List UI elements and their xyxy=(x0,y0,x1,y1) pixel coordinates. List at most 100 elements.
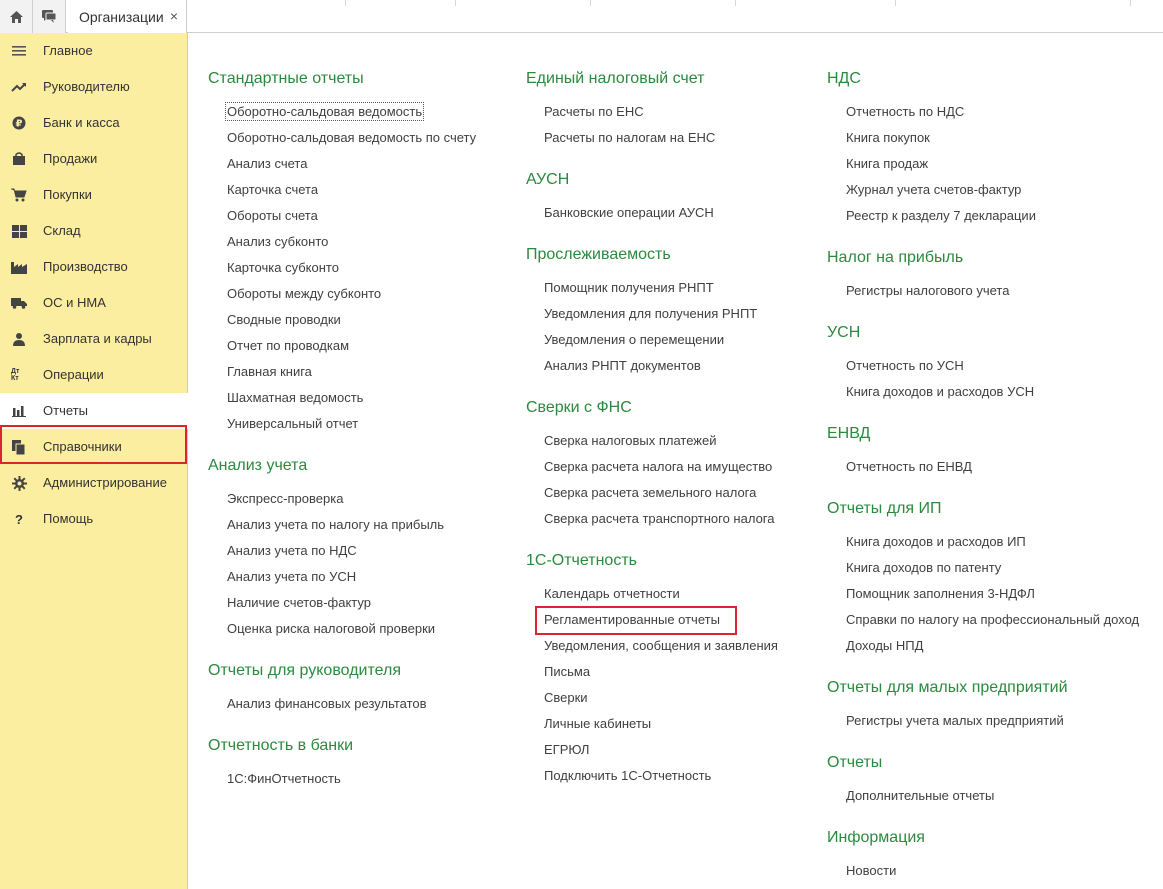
report-link[interactable]: ЕГРЮЛ xyxy=(544,742,589,757)
report-link[interactable]: Анализ учета по налогу на прибыль xyxy=(227,517,444,532)
report-link[interactable]: Оборотно-сальдовая ведомость по счету xyxy=(227,130,476,145)
sidebar: Главное Руководителю ₽ Банк и касса Прод… xyxy=(0,33,188,889)
section-title: Анализ учета xyxy=(208,457,308,474)
report-link[interactable]: Журнал учета счетов-фактур xyxy=(846,182,1021,197)
report-link[interactable]: Анализ учета по УСН xyxy=(227,569,356,584)
divider xyxy=(590,0,591,6)
section-title: Информация xyxy=(827,829,925,846)
section-title: Отчеты для малых предприятий xyxy=(827,679,1068,696)
report-link[interactable]: Помощник получения РНПТ xyxy=(544,280,714,295)
section-title: Отчеты xyxy=(827,754,883,771)
report-link[interactable]: Новости xyxy=(846,863,896,878)
sidebar-item-production[interactable]: Производство xyxy=(0,249,188,285)
report-link[interactable]: Уведомления, сообщения и заявления xyxy=(544,638,778,653)
question-icon-text: ? xyxy=(15,511,23,527)
home-button[interactable] xyxy=(0,0,33,33)
divider xyxy=(895,0,896,6)
report-link[interactable]: Регистры налогового учета xyxy=(846,283,1009,298)
sidebar-item-operations[interactable]: Дт Кт Операции xyxy=(0,357,188,393)
report-link[interactable]: Шахматная ведомость xyxy=(227,390,363,405)
report-link[interactable]: Сверка расчета земельного налога xyxy=(544,485,756,500)
report-link[interactable]: Отчетность по УСН xyxy=(846,358,964,373)
debit-credit-icon-text: Дт Кт xyxy=(11,368,20,382)
report-link[interactable]: Подключить 1С-Отчетность xyxy=(544,768,711,783)
report-link[interactable]: Расчеты по налогам на ЕНС xyxy=(544,130,715,145)
report-link[interactable]: Сводные проводки xyxy=(227,312,341,327)
report-link[interactable]: Банковские операции АУСН xyxy=(544,205,714,220)
report-link[interactable]: Уведомления для получения РНПТ xyxy=(544,306,757,321)
report-link[interactable]: Уведомления о перемещении xyxy=(544,332,724,347)
tab-organizations[interactable]: Организации × xyxy=(68,0,187,33)
report-link[interactable]: Сверка расчета транспортного налога xyxy=(544,511,774,526)
report-link[interactable]: Оценка риска налоговой проверки xyxy=(227,621,435,636)
sidebar-item-label: Помощь xyxy=(43,511,94,526)
report-link[interactable]: Книга доходов и расходов УСН xyxy=(846,384,1034,399)
tab-close-icon[interactable]: × xyxy=(170,9,178,23)
report-link[interactable]: Карточка субконто xyxy=(227,260,339,275)
report-link[interactable]: Экспресс-проверка xyxy=(227,491,343,506)
section-title: Отчеты для руководителя xyxy=(208,662,401,679)
sidebar-item-label: Администрирование xyxy=(43,475,167,490)
report-link[interactable]: Карточка счета xyxy=(227,182,318,197)
report-link[interactable]: Книга доходов и расходов ИП xyxy=(846,534,1026,549)
sidebar-item-help[interactable]: ? Помощь xyxy=(0,501,188,537)
report-link-regulated-reports[interactable]: Регламентированные отчеты xyxy=(544,612,720,627)
factory-icon xyxy=(11,259,27,275)
report-link[interactable]: 1С:ФинОтчетность xyxy=(227,771,341,786)
report-link[interactable]: Анализ счета xyxy=(227,156,307,171)
gear-icon xyxy=(11,475,27,491)
shopping-bag-icon xyxy=(11,151,27,167)
books-icon xyxy=(11,439,27,455)
report-link[interactable]: Реестр к разделу 7 декларации xyxy=(846,208,1036,223)
section-title: Прослеживаемость xyxy=(526,246,671,263)
report-link[interactable]: Сверка расчета налога на имущество xyxy=(544,459,772,474)
report-link[interactable]: Главная книга xyxy=(227,364,312,379)
sidebar-item-purchases[interactable]: Покупки xyxy=(0,177,188,213)
report-link[interactable]: Универсальный отчет xyxy=(227,416,358,431)
sidebar-item-catalogs[interactable]: Справочники xyxy=(0,429,188,465)
sidebar-item-salary[interactable]: Зарплата и кадры xyxy=(0,321,188,357)
report-link[interactable]: Обороты между субконто xyxy=(227,286,381,301)
sidebar-item-sales[interactable]: Продажи xyxy=(0,141,188,177)
report-link[interactable]: Личные кабинеты xyxy=(544,716,651,731)
report-link[interactable]: Отчетность по НДС xyxy=(846,104,964,119)
section-title: ЕНВД xyxy=(827,425,871,442)
report-link[interactable]: Анализ финансовых результатов xyxy=(227,696,427,711)
report-link[interactable]: Анализ РНПТ документов xyxy=(544,358,701,373)
report-link[interactable]: Анализ учета по НДС xyxy=(227,543,357,558)
sidebar-item-main[interactable]: Главное xyxy=(0,33,188,69)
menu-lines-icon xyxy=(11,43,27,59)
chat-button[interactable] xyxy=(33,0,66,33)
sidebar-item-label: Продажи xyxy=(43,151,98,166)
report-link[interactable]: Расчеты по ЕНС xyxy=(544,104,644,119)
report-link[interactable]: Сверка налоговых платежей xyxy=(544,433,717,448)
sidebar-item-bank[interactable]: ₽ Банк и касса xyxy=(0,105,188,141)
report-link[interactable]: Письма xyxy=(544,664,590,679)
report-link[interactable]: Анализ субконто xyxy=(227,234,328,249)
report-link[interactable]: Справки по налогу на профессиональный до… xyxy=(846,612,1139,627)
report-link[interactable]: Книга доходов по патенту xyxy=(846,560,1001,575)
report-link[interactable]: Обороты счета xyxy=(227,208,318,223)
sidebar-item-director[interactable]: Руководителю xyxy=(0,69,188,105)
sidebar-item-label: ОС и НМА xyxy=(43,295,106,310)
report-link[interactable]: Наличие счетов-фактур xyxy=(227,595,371,610)
report-link[interactable]: Доходы НПД xyxy=(846,638,923,653)
report-link[interactable]: Сверки xyxy=(544,690,588,705)
report-link[interactable]: Дополнительные отчеты xyxy=(846,788,994,803)
sidebar-item-reports[interactable]: Отчеты xyxy=(0,393,188,429)
sidebar-item-label: Операции xyxy=(43,367,104,382)
report-link[interactable]: Календарь отчетности xyxy=(544,586,680,601)
sidebar-item-administration[interactable]: Администрирование xyxy=(0,465,188,501)
report-link[interactable]: Отчетность по ЕНВД xyxy=(846,459,972,474)
report-link[interactable]: Оборотно-сальдовая ведомость xyxy=(224,102,425,121)
section-title: АУСН xyxy=(526,171,570,188)
report-link[interactable]: Помощник заполнения 3-НДФЛ xyxy=(846,586,1035,601)
report-link[interactable]: Книга покупок xyxy=(846,130,930,145)
sidebar-item-fixed-assets[interactable]: ОС и НМА xyxy=(0,285,188,321)
report-link[interactable]: Регистры учета малых предприятий xyxy=(846,713,1064,728)
report-link[interactable]: Отчет по проводкам xyxy=(227,338,349,353)
sidebar-item-label: Руководителю xyxy=(43,79,130,94)
sidebar-item-warehouse[interactable]: Склад xyxy=(0,213,188,249)
section-title: Налог на прибыль xyxy=(827,249,964,266)
report-link[interactable]: Книга продаж xyxy=(846,156,928,171)
